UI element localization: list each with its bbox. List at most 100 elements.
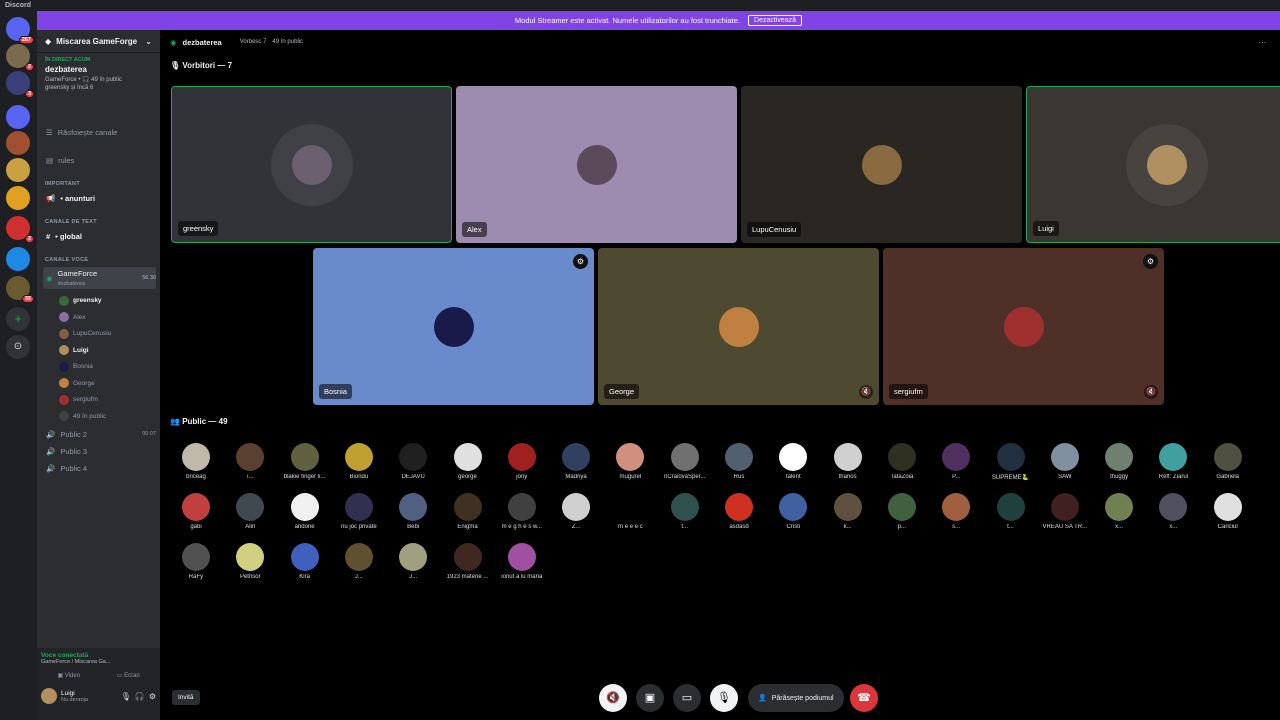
audience-member[interactable]: i... — [225, 443, 275, 480]
category-text[interactable]: CANALE DE TEXT — [45, 219, 97, 225]
audience-member[interactable]: t... — [986, 493, 1036, 530]
channel-global[interactable]: # • global — [43, 229, 156, 243]
speaker-tile[interactable]: greensky — [171, 86, 452, 243]
screen-share-icon[interactable]: ▭ — [673, 684, 701, 712]
audience-member[interactable]: x... — [1148, 493, 1198, 530]
voice-user[interactable]: Alex — [59, 311, 86, 324]
mute-speaker-icon[interactable]: 🔇 — [599, 684, 627, 712]
server-icon[interactable]: 267 — [6, 17, 34, 44]
server-icon[interactable]: 2 — [6, 216, 34, 243]
audience-member[interactable]: m e e e c — [605, 493, 655, 530]
browse-channels[interactable]: ☰ Răsfoiește canale — [43, 125, 156, 139]
audience-member[interactable]: 1923 materie ... — [443, 543, 493, 580]
gear-icon[interactable]: ⚙ — [149, 692, 156, 701]
channel-anunturi[interactable]: 📢 • anunturi — [43, 191, 156, 205]
audience-member[interactable]: gabi — [171, 493, 221, 530]
audience-member[interactable]: Cariciul — [1203, 493, 1253, 530]
headphones-icon[interactable]: 🎧 — [135, 692, 145, 701]
audience-member[interactable]: P... — [931, 443, 981, 480]
screen-button[interactable]: ▭ Ecran — [101, 669, 157, 682]
audience-member[interactable]: RaFy — [171, 543, 221, 580]
server-icon[interactable] — [6, 158, 30, 182]
audience-member[interactable]: Alin — [225, 493, 275, 530]
discover-icon[interactable]: ⊙ — [6, 335, 30, 359]
audience-member[interactable]: SUPREME🐍 — [986, 443, 1036, 481]
audience-member[interactable]: blakie finger li... — [280, 443, 330, 480]
audience-member[interactable]: asdasd — [714, 493, 764, 530]
audience-member[interactable]: s... — [931, 493, 981, 530]
audience-member[interactable]: mugurel — [605, 443, 655, 480]
audience-member[interactable]: Cristi — [768, 493, 818, 530]
audience-member[interactable]: Madriya — [551, 443, 601, 480]
audience-member[interactable]: TataZoia — [877, 443, 927, 480]
channel-gameforce[interactable]: ◉ GameForce dezbaterea 56 30 — [43, 267, 156, 289]
audience-member[interactable]: J... — [334, 543, 384, 580]
audience-member[interactable]: Reff: Ziarul — [1148, 443, 1198, 480]
audience-member[interactable]: andone — [280, 493, 330, 530]
voice-user[interactable]: sergiufm — [59, 393, 98, 406]
leave-podium-button[interactable]: 👤 Părăsește podiumul — [748, 684, 844, 712]
server-icon[interactable] — [6, 186, 30, 210]
speaker-tile[interactable]: Bosnia ⚙ — [313, 248, 594, 405]
audience-member[interactable]: ionut a lu maria — [497, 543, 547, 580]
account-area[interactable]: Luigi Nu deranja 🎙 🎧 ⚙ — [37, 682, 160, 710]
deactivate-button[interactable]: Dezactivează — [748, 15, 803, 26]
server-icon[interactable] — [6, 131, 30, 155]
disconnect-icon[interactable]: ☎ — [850, 684, 878, 712]
voice-user[interactable]: 49 în public — [59, 410, 106, 423]
audience-member[interactable]: Rus — [714, 443, 764, 480]
audience-member[interactable]: SAW — [1040, 443, 1090, 480]
speaker-tile[interactable]: LupuCenusiu — [741, 86, 1022, 243]
audience-member[interactable]: m e g h e s w... — [497, 493, 547, 530]
audience-member[interactable]: J... — [388, 543, 438, 580]
public-channel[interactable]: 🔊 Public 2 00 07 — [43, 427, 156, 441]
microphone-icon[interactable]: 🎙 — [710, 684, 738, 712]
server-icon[interactable] — [6, 247, 30, 271]
audience-member[interactable]: Kira — [280, 543, 330, 580]
audience-member[interactable]: VREAU SA TR... — [1040, 493, 1090, 530]
more-icon[interactable]: ⋯ — [1259, 38, 1267, 47]
audience-member[interactable]: Enigma — [443, 493, 493, 530]
audience-member[interactable]: Bebi — [388, 493, 438, 530]
audience-member[interactable]: jony — [497, 443, 547, 480]
audience-member[interactable]: DEJAVU — [388, 443, 438, 480]
server-icon[interactable] — [6, 105, 30, 129]
speaker-tile[interactable]: sergiufm ⚙ 🔇 — [883, 248, 1164, 405]
category-voice[interactable]: CANALE VOCE — [45, 257, 88, 263]
category-important[interactable]: IMPORTANT — [45, 181, 80, 187]
public-channel[interactable]: 🔊 Public 3 — [43, 444, 156, 458]
audience-member[interactable]: nCraiovaSper... — [660, 443, 710, 480]
speaker-tile[interactable]: Alex — [456, 86, 737, 243]
audience-member[interactable]: Gabriela — [1203, 443, 1253, 480]
voice-user[interactable]: LupuCenusiu — [59, 327, 111, 340]
audience-member[interactable]: x... — [1094, 493, 1144, 530]
speaker-tile[interactable]: George 🔇 — [598, 248, 879, 405]
audience-member[interactable]: k... — [823, 493, 873, 530]
audience-member[interactable]: Biondu — [334, 443, 384, 480]
voice-user[interactable]: George — [59, 377, 95, 390]
camera-off-icon[interactable]: ▣ — [636, 684, 664, 712]
video-button[interactable]: ▣ Video — [41, 669, 97, 682]
audience-member[interactable]: thuggy — [1094, 443, 1144, 480]
audience-member[interactable]: t... — [660, 493, 710, 530]
microphone-icon[interactable]: 🎙 — [121, 692, 131, 701]
audience-member[interactable]: talent — [768, 443, 818, 480]
public-channel[interactable]: 🔊 Public 4 — [43, 461, 156, 475]
audience-member[interactable]: nu joc private — [334, 493, 384, 530]
speaker-tile[interactable]: Luigi — [1026, 86, 1280, 243]
audience-member[interactable]: Petrisor — [225, 543, 275, 580]
server-icon[interactable]: 32 — [6, 276, 34, 303]
server-header[interactable]: ◆ Miscarea GameForge ⌄ — [37, 30, 160, 53]
audience-member[interactable]: Z... — [551, 493, 601, 530]
audience-member[interactable]: p... — [877, 493, 927, 530]
audience-member[interactable]: thanos — [823, 443, 873, 480]
server-icon[interactable]: 3 — [6, 71, 34, 98]
server-icon[interactable]: 2 — [6, 44, 34, 71]
invite-button[interactable]: Invită — [172, 690, 200, 705]
audience-member[interactable]: briceag — [171, 443, 221, 480]
audience-member[interactable]: george — [443, 443, 493, 480]
add-server-icon[interactable]: + — [6, 307, 30, 331]
live-stage-card[interactable]: ÎN DIRECT ACUM dezbaterea GameForce • 🎧 … — [37, 53, 160, 95]
channel-rules[interactable]: ▤ rules — [43, 153, 156, 167]
voice-user[interactable]: Bosnia — [59, 360, 93, 373]
